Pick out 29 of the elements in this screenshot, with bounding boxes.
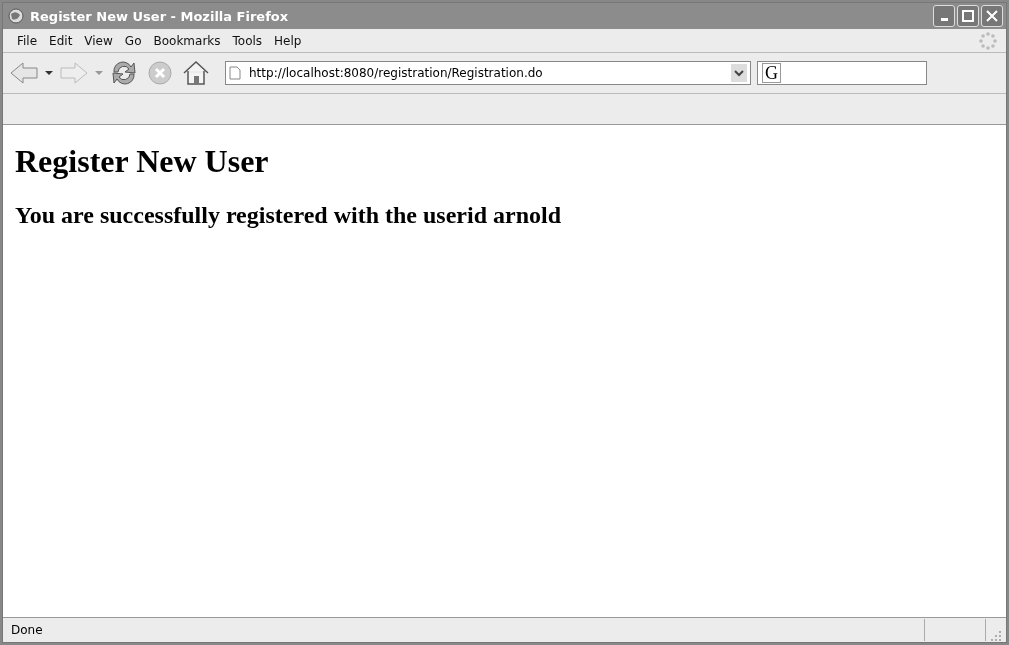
menu-item[interactable]: Bookmarks (147, 33, 227, 48)
maximize-button[interactable] (957, 5, 979, 27)
menu-item[interactable]: Edit (43, 33, 79, 48)
address-field[interactable]: http://localhost:8080/registration/Registration.do (225, 61, 751, 85)
window-title: Register New User - Mozilla Firefox (30, 8, 289, 24)
dropdown-caret-icon[interactable] (45, 71, 53, 75)
minimize-icon (940, 18, 948, 21)
success-message: You are successfully registered with the userid arnold (15, 202, 562, 229)
resize-grip-icon[interactable] (990, 630, 1002, 642)
minimize-button[interactable] (933, 5, 955, 27)
search-field[interactable]: G (757, 61, 927, 85)
status-panel (924, 619, 986, 641)
menu-item[interactable]: Help (268, 33, 308, 48)
dropdown-button-icon[interactable] (731, 64, 747, 82)
close-icon (985, 9, 999, 23)
menu-item[interactable]: Tools (226, 33, 269, 48)
maximize-icon (961, 9, 975, 23)
globe-icon (8, 8, 24, 24)
status-text: Done (11, 623, 43, 637)
menu-item[interactable]: File (11, 33, 44, 48)
page-icon (229, 66, 241, 80)
menu-item[interactable]: Go (118, 33, 148, 48)
reload-icon[interactable] (109, 60, 139, 86)
search-engine-logo[interactable]: G (762, 63, 781, 83)
menu-item[interactable]: View (78, 33, 119, 48)
page-heading: Register New User (15, 143, 270, 180)
throbber-icon (978, 30, 998, 51)
close-button[interactable] (981, 5, 1003, 27)
home-icon[interactable] (181, 60, 211, 86)
